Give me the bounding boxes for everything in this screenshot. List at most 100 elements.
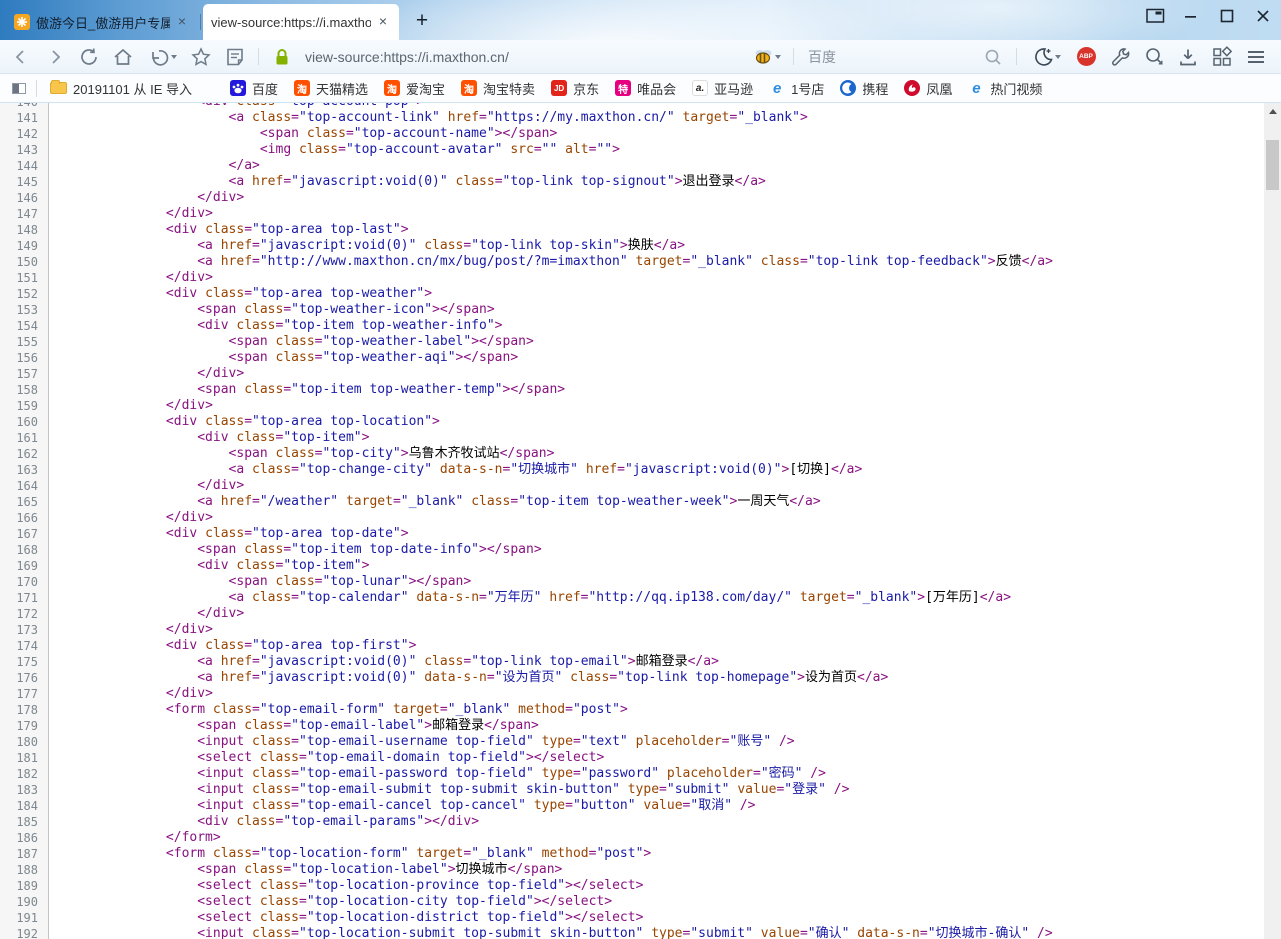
bookmark-item[interactable]: 淘淘宝特卖 (454, 76, 542, 101)
line-number: 151 (0, 270, 49, 286)
scroll-up-button[interactable] (1264, 103, 1281, 120)
boss-panel-button[interactable] (1145, 6, 1165, 26)
source-line: 177 </div> (0, 686, 1281, 702)
bookmark-item[interactable]: 凤凰 (897, 76, 959, 101)
close-icon (1256, 9, 1270, 23)
site-security-button[interactable] (267, 44, 297, 70)
favorites-panel-icon[interactable] (12, 83, 26, 94)
undo-dropdown-caret-icon[interactable] (171, 55, 177, 59)
search-button[interactable] (978, 44, 1008, 70)
source-line: 163 <a class="top-change-city" data-s-n=… (0, 462, 1281, 478)
bookmark-item[interactable]: e1号店 (762, 76, 831, 101)
resource-sniffer-button[interactable] (1139, 44, 1169, 70)
source-line: 181 <select class="top-email-domain top-… (0, 750, 1281, 766)
wrench-icon (1109, 46, 1131, 68)
bee-dropdown-caret-icon[interactable] (775, 55, 781, 59)
adblock-button[interactable]: ABP (1071, 44, 1101, 70)
night-mode-icon (1032, 46, 1054, 68)
line-number: 156 (0, 350, 49, 366)
line-number: 147 (0, 206, 49, 222)
bookmark-label: 热门视频 (990, 79, 1042, 98)
vertical-scrollbar[interactable] (1264, 103, 1281, 939)
bookmark-label: 1号店 (791, 79, 824, 98)
quick-apps-icon (1211, 46, 1233, 68)
undo-button[interactable] (142, 44, 182, 70)
line-number: 173 (0, 622, 49, 638)
line-code: </div> (49, 606, 244, 622)
taobao-icon: 淘 (461, 80, 477, 96)
night-mode-caret-icon[interactable] (1055, 55, 1061, 59)
line-number: 145 (0, 174, 49, 190)
close-button[interactable] (1253, 6, 1273, 26)
forward-button[interactable] (40, 44, 70, 70)
bookmark-item[interactable]: 淘爱淘宝 (377, 76, 452, 101)
source-line: 169 <div class="top-item"> (0, 558, 1281, 574)
home-button[interactable] (108, 44, 138, 70)
maxthon-bee-icon (752, 48, 774, 65)
minimize-button[interactable] (1181, 6, 1201, 26)
reader-mode-button[interactable] (220, 44, 250, 70)
bookmark-item[interactable]: e 热门视频 (961, 76, 1049, 101)
forward-icon (45, 47, 65, 67)
line-number: 157 (0, 366, 49, 382)
line-number: 150 (0, 254, 49, 270)
favorite-button[interactable] (186, 44, 216, 70)
tab-title: view-source:https://i.maxtho (211, 15, 371, 30)
ie-e-icon: e (968, 80, 984, 96)
main-menu-button[interactable] (1241, 44, 1271, 70)
line-number: 166 (0, 510, 49, 526)
night-mode-button[interactable] (1025, 44, 1067, 70)
scrollbar-thumb[interactable] (1266, 140, 1279, 190)
line-number: 192 (0, 926, 49, 939)
line-number: 144 (0, 158, 49, 174)
bookmark-item[interactable]: 携程 (833, 76, 895, 101)
source-line: 190 <select class="top-location-city top… (0, 894, 1281, 910)
source-line: 151 </div> (0, 270, 1281, 286)
new-tab-button[interactable]: + (409, 9, 435, 35)
line-code: <input class="top-email-username top-fie… (49, 734, 795, 750)
line-number: 167 (0, 526, 49, 542)
tab-separator (200, 14, 201, 30)
back-button[interactable] (6, 44, 36, 70)
refresh-button[interactable] (74, 44, 104, 70)
line-number: 182 (0, 766, 49, 782)
source-line: 188 <span class="top-location-label">切换城… (0, 862, 1281, 878)
source-line: 158 <span class="top-item top-weather-te… (0, 382, 1281, 398)
search-icon (983, 47, 1003, 67)
source-line: 189 <select class="top-location-province… (0, 878, 1281, 894)
tools-button[interactable] (1105, 44, 1135, 70)
source-line: 141 <a class="top-account-link" href="ht… (0, 110, 1281, 126)
line-code: </div> (49, 206, 213, 222)
source-line: 161 <div class="top-item"> (0, 430, 1281, 446)
bookmark-item[interactable]: a.亚马逊 (685, 76, 760, 101)
bookmark-item[interactable]: 淘天猫精选 (287, 76, 375, 101)
line-number: 190 (0, 894, 49, 910)
address-bar[interactable]: view-source:https://i.maxthon.cn/ (305, 49, 509, 65)
source-line: 146 </div> (0, 190, 1281, 206)
source-line: 183 <input class="top-email-submit top-s… (0, 782, 1281, 798)
source-line: 164 </div> (0, 478, 1281, 494)
maxthon-bee-button[interactable] (747, 44, 785, 70)
tab-maxthon-today[interactable]: 傲游今日_傲游用户专属的网 × (6, 4, 198, 40)
source-line: 184 <input class="top-email-cancel top-c… (0, 798, 1281, 814)
download-button[interactable] (1173, 44, 1203, 70)
source-line: 173 </div> (0, 622, 1281, 638)
toolbar-divider (258, 48, 259, 65)
source-line: 166 </div> (0, 510, 1281, 526)
bookmark-item[interactable]: JD京东 (544, 76, 606, 101)
tab-close-icon[interactable]: × (174, 14, 190, 30)
search-engine-label[interactable]: 百度 (808, 47, 836, 67)
bookmark-item[interactable]: 特唯品会 (608, 76, 683, 101)
maximize-button[interactable] (1217, 6, 1237, 26)
line-number: 186 (0, 830, 49, 846)
source-line: 191 <select class="top-location-district… (0, 910, 1281, 926)
minimize-icon (1184, 9, 1198, 23)
tab-view-source[interactable]: view-source:https://i.maxtho × (203, 4, 399, 40)
line-number: 154 (0, 318, 49, 334)
tab-close-icon[interactable]: × (375, 14, 391, 30)
line-code: <a class="top-change-city" data-s-n="切换城… (49, 462, 862, 478)
quick-apps-button[interactable] (1207, 44, 1237, 70)
bookmark-folder-imported[interactable]: 20191101 从 IE 导入 (43, 76, 199, 101)
toolbar-divider (1016, 48, 1017, 65)
bookmark-item[interactable]: 百度 (223, 76, 285, 101)
